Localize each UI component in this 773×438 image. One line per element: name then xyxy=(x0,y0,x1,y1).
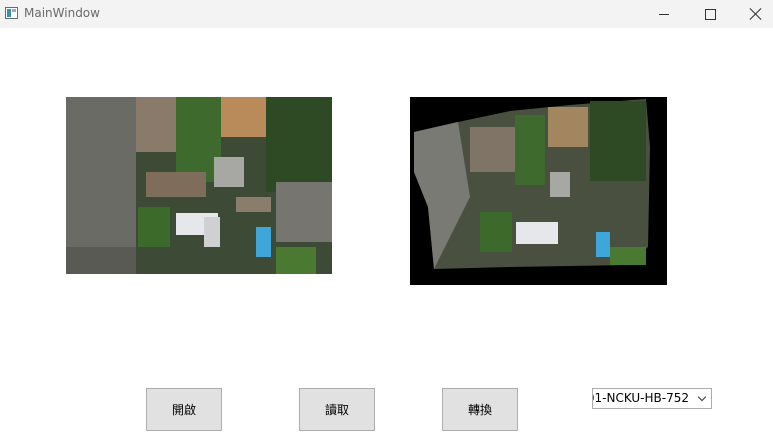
minimize-button[interactable] xyxy=(641,0,687,28)
window-title: MainWindow xyxy=(24,6,100,20)
maximize-button[interactable] xyxy=(687,0,733,28)
minimize-icon xyxy=(659,13,669,15)
convert-button[interactable]: 轉換 xyxy=(442,388,518,431)
app-icon xyxy=(5,7,18,19)
transformed-aerial-photo-icon xyxy=(410,97,667,285)
read-button[interactable]: 讀取 xyxy=(299,388,375,431)
close-icon xyxy=(750,8,762,20)
open-button[interactable]: 開啟 xyxy=(146,388,222,431)
source-image xyxy=(66,97,332,274)
chevron-down-icon xyxy=(697,392,707,402)
title-bar: MainWindow xyxy=(0,0,773,28)
file-select[interactable]: 01-NCKU-HB-752 xyxy=(592,388,712,409)
converted-image xyxy=(410,97,667,285)
maximize-icon xyxy=(704,8,716,20)
close-button[interactable] xyxy=(733,0,773,28)
file-select-value: 01-NCKU-HB-752 xyxy=(592,391,689,405)
aerial-photo-icon xyxy=(66,97,332,274)
